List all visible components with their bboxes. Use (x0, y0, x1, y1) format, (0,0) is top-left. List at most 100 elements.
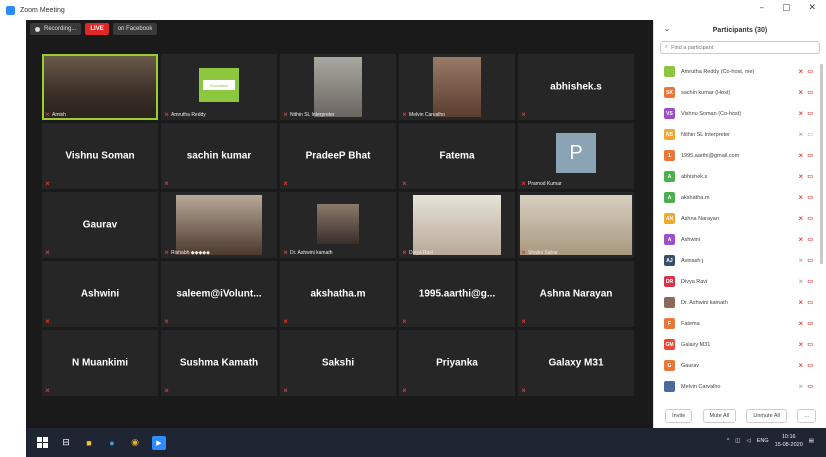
mic-icon[interactable]: ⨯ (798, 299, 803, 306)
participant-row[interactable]: 1 1995.aarthi@gmail.com ⨯ ▭ (654, 145, 826, 166)
video-tile[interactable]: P ⨯ Pramod Kumar (518, 123, 634, 189)
task-view-icon[interactable]: ⊟ (60, 437, 72, 449)
camera-icon[interactable]: ▭ (807, 194, 813, 201)
participant-row[interactable]: SK sachin kumar (Host) ⨯ ▭ (654, 82, 826, 103)
video-tile[interactable]: ⨯ Rishabh ◆◆◆◆◆ (161, 192, 277, 258)
video-tile[interactable]: abhishek.s ⨯ (518, 54, 634, 120)
start-button[interactable] (37, 436, 49, 449)
chrome-icon[interactable]: ◉ (129, 437, 141, 449)
language-indicator[interactable]: ENG (757, 438, 769, 444)
video-tile[interactable]: N Muankimi ⨯ (42, 330, 158, 396)
invite-button[interactable]: Invite (665, 409, 693, 423)
participant-row[interactable]: Amrutha Reddy (Co-host, me) ⨯ ▭ (654, 61, 826, 82)
mic-icon[interactable]: ⨯ (798, 131, 803, 138)
mute-all-button[interactable]: Mute All (702, 409, 737, 423)
video-tile[interactable]: Gaurav ⨯ (42, 192, 158, 258)
participant-row[interactable]: Aakshatha.m ⨯ ▭ (654, 187, 826, 208)
mic-icon[interactable]: ⨯ (798, 236, 803, 243)
participant-name: 1995.aarthi@gmail.com (681, 152, 740, 159)
video-tile[interactable]: iVolunteer ⨯ Amrutha Reddy (161, 54, 277, 120)
participant-row[interactable]: NS Nithin SL Interpreter ⨯ ▭ (654, 124, 826, 145)
participant-status-icons: ⨯ ▭ (798, 152, 813, 159)
camera-icon[interactable]: ▭ (807, 362, 813, 369)
video-tile[interactable]: Sushma Kamath ⨯ (161, 330, 277, 396)
mic-icon[interactable]: ⨯ (798, 215, 803, 222)
more-button[interactable]: ... (797, 409, 816, 423)
notification-icon[interactable]: ▤ (809, 438, 814, 444)
scrollbar[interactable] (820, 64, 823, 264)
maximize-icon[interactable]: ▢ (782, 3, 791, 13)
camera-icon[interactable]: ▭ (807, 152, 813, 159)
participant-row[interactable]: Aabhishek.s ⨯ ▭ (654, 166, 826, 187)
video-tile[interactable]: Priyanka ⨯ (399, 330, 515, 396)
participant-row[interactable]: G Gaurav ⨯ ▭ (654, 355, 826, 376)
video-tile[interactable]: ⨯ Melvin Carvalho (399, 54, 515, 120)
minimize-icon[interactable]: – (759, 3, 764, 13)
mic-icon[interactable]: ⨯ (798, 383, 803, 390)
network-icon[interactable]: ◫ (735, 438, 740, 444)
camera-icon[interactable]: ▭ (807, 341, 813, 348)
video-tile[interactable]: PradeeP Bhat ⨯ (280, 123, 396, 189)
recording-indicator[interactable]: Recording... (30, 23, 82, 35)
video-tile[interactable]: saleem@iVolunt... ⨯ (161, 261, 277, 327)
participant-search[interactable]: ⌕ (660, 41, 820, 54)
camera-icon[interactable]: ▭ (807, 110, 813, 117)
mic-icon[interactable]: ⨯ (798, 110, 803, 117)
chevron-down-icon[interactable]: ⌄ (664, 25, 670, 33)
volume-icon[interactable]: ◁ (747, 438, 751, 444)
participant-row[interactable]: A Ashwini ⨯ ▭ (654, 229, 826, 250)
video-tile[interactable]: ⨯ Shalini Sahar (518, 192, 634, 258)
zoom-taskbar-icon[interactable]: ▶ (152, 435, 166, 450)
camera-icon[interactable]: ▭ (807, 320, 813, 327)
tray-chevron-icon[interactable]: ^ (727, 438, 730, 444)
mic-icon[interactable]: ⨯ (798, 320, 803, 327)
file-explorer-icon[interactable]: ■ (83, 437, 95, 449)
mic-icon[interactable]: ⨯ (798, 173, 803, 180)
mic-icon[interactable]: ⨯ (798, 341, 803, 348)
participant-row[interactable]: GM Galaxy M31 ⨯ ▭ (654, 334, 826, 355)
mic-icon[interactable]: ⨯ (798, 362, 803, 369)
video-tile[interactable]: akshatha.m ⨯ (280, 261, 396, 327)
mic-icon[interactable]: ⨯ (798, 257, 803, 264)
video-tile[interactable]: sachin kumar ⨯ (161, 123, 277, 189)
participant-row[interactable]: Melvin Carvalho ⨯ ▭ (654, 376, 826, 397)
mic-icon[interactable]: ⨯ (798, 152, 803, 159)
close-icon[interactable]: ✕ (808, 3, 816, 13)
edge-icon[interactable]: ● (106, 437, 118, 449)
mic-icon[interactable]: ⨯ (798, 89, 803, 96)
video-tile[interactable]: Galaxy M31 ⨯ (518, 330, 634, 396)
video-tile[interactable]: Vishnu Soman ⨯ (42, 123, 158, 189)
participant-row[interactable]: Dr. Ashwini kamath ⨯ ▭ (654, 292, 826, 313)
camera-icon[interactable]: ▭ (807, 215, 813, 222)
participant-row[interactable]: VS Vishnu Soman (Co-host) ⨯ ▭ (654, 103, 826, 124)
unmute-all-button[interactable]: Unmute All (746, 409, 787, 423)
mic-icon[interactable]: ⨯ (798, 68, 803, 75)
video-tile[interactable]: ⨯ Divya Ravi (399, 192, 515, 258)
camera-icon[interactable]: ▭ (807, 68, 813, 75)
search-input[interactable] (671, 44, 812, 51)
camera-icon[interactable]: ▭ (807, 236, 813, 243)
video-tile[interactable]: 1995.aarthi@g... ⨯ (399, 261, 515, 327)
participant-row[interactable]: AN Ashna Narayan ⨯ ▭ (654, 208, 826, 229)
mic-icon[interactable]: ⨯ (798, 278, 803, 285)
video-tile[interactable]: ⨯ Dr. Ashwini kamath (280, 192, 396, 258)
participant-row[interactable]: F Fatema ⨯ ▭ (654, 313, 826, 334)
camera-icon[interactable]: ▭ (807, 278, 813, 285)
camera-icon[interactable]: ▭ (807, 299, 813, 306)
video-tile[interactable]: Ashwini ⨯ (42, 261, 158, 327)
camera-icon[interactable]: ▭ (807, 89, 813, 96)
camera-icon[interactable]: ▭ (807, 131, 813, 138)
participant-row[interactable]: AJ Avinash j ⨯ ▭ (654, 250, 826, 271)
camera-icon[interactable]: ▭ (807, 257, 813, 264)
video-tile[interactable]: ⨯ Nithin SL Interpreter (280, 54, 396, 120)
camera-icon[interactable]: ▭ (807, 383, 813, 390)
video-tile[interactable]: Fatema ⨯ (399, 123, 515, 189)
video-tile[interactable]: Ashna Narayan ⨯ (518, 261, 634, 327)
live-badge[interactable]: LIVE (85, 23, 109, 35)
video-tile[interactable]: ⨯ Amish (42, 54, 158, 120)
camera-icon[interactable]: ▭ (807, 173, 813, 180)
video-tile[interactable]: Sakshi ⨯ (280, 330, 396, 396)
mic-icon[interactable]: ⨯ (798, 194, 803, 201)
participant-row[interactable]: DR Divya Ravi ⨯ ▭ (654, 271, 826, 292)
clock[interactable]: 10:16 15-08-2020 (775, 433, 803, 449)
